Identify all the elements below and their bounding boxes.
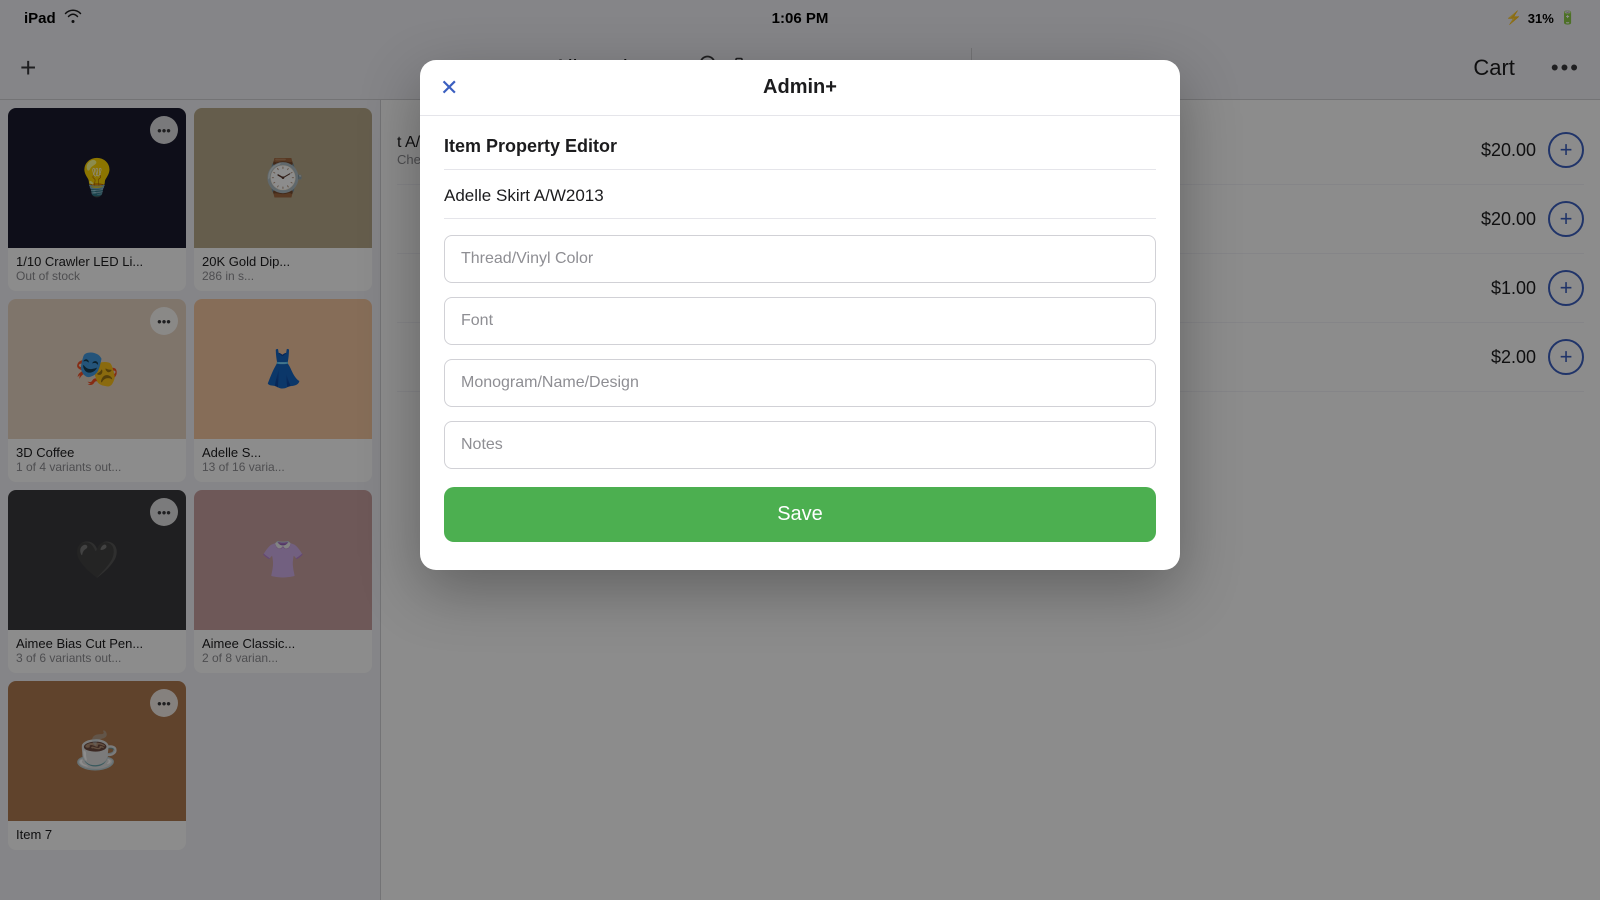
modal-close-button[interactable]: ✕ bbox=[440, 75, 458, 101]
save-button[interactable]: Save bbox=[444, 487, 1156, 542]
monogram-name-design-input[interactable] bbox=[444, 359, 1156, 407]
modal-product-name: Adelle Skirt A/W2013 bbox=[444, 186, 1156, 219]
item-property-editor-modal: ✕ Admin+ Item Property Editor Adelle Ski… bbox=[420, 60, 1180, 570]
modal-divider bbox=[444, 169, 1156, 170]
modal-header: ✕ Admin+ bbox=[420, 60, 1180, 116]
modal-section-title: Item Property Editor bbox=[444, 136, 1156, 157]
thread-vinyl-color-input[interactable] bbox=[444, 235, 1156, 283]
modal-body: Item Property Editor Adelle Skirt A/W201… bbox=[420, 116, 1180, 570]
modal-title: Admin+ bbox=[763, 76, 837, 99]
font-input[interactable] bbox=[444, 297, 1156, 345]
notes-input[interactable] bbox=[444, 421, 1156, 469]
modal-overlay: ✕ Admin+ Item Property Editor Adelle Ski… bbox=[0, 0, 1600, 900]
